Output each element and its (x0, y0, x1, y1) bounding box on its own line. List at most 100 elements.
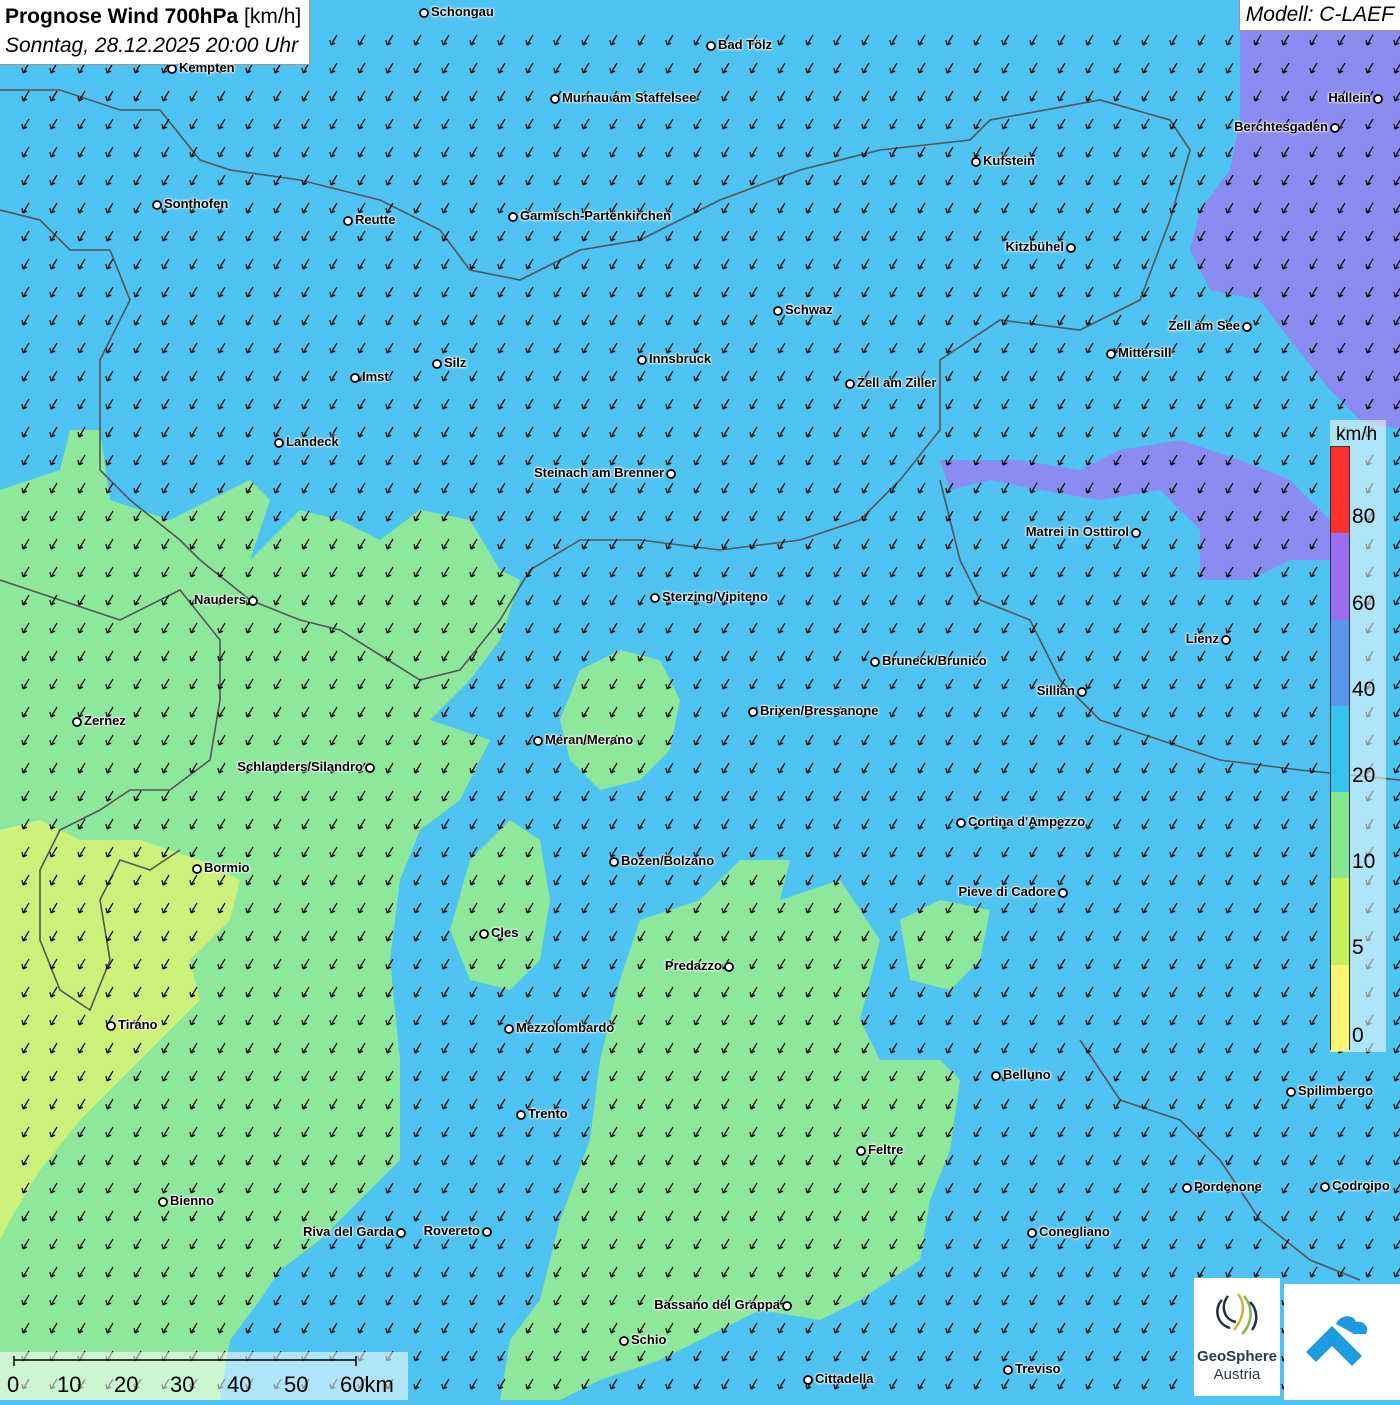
city-label: Bruneck/Brunico (882, 653, 987, 668)
city-label: Cittadella (815, 1371, 874, 1386)
city-label: Schio (631, 1332, 667, 1347)
legend-segment (1331, 533, 1349, 620)
city-label: Lienz (1185, 631, 1219, 646)
legend-segment (1331, 964, 1349, 1051)
city-label: Bassano del Grappa (654, 1297, 780, 1312)
city-marker-icon (1286, 1087, 1296, 1097)
city-marker-icon (533, 736, 543, 746)
title-box: Prognose Wind 700hPa [km/h] Sonntag, 28.… (0, 0, 311, 65)
legend-tick-label: 5 (1352, 936, 1364, 959)
legend-segment (1331, 878, 1349, 965)
city-marker-icon (158, 1197, 168, 1207)
city-label: Feltre (868, 1142, 904, 1157)
city-marker-icon (248, 596, 258, 606)
city-label: Bormio (204, 860, 250, 875)
city-marker-icon (748, 707, 758, 717)
legend-segment (1331, 792, 1349, 879)
city-label: Nauders (193, 592, 246, 607)
scale-bar-label: 20 (114, 1372, 139, 1397)
city-marker-icon (637, 355, 647, 365)
city-marker-icon (1027, 1228, 1037, 1238)
city-marker-icon (1077, 687, 1087, 697)
city-label: Hallein (1328, 90, 1371, 105)
city-label: Conegliano (1039, 1224, 1110, 1239)
city-label: Zernez (84, 713, 126, 728)
city-label: Reutte (355, 212, 396, 227)
legend-tick-label: 20 (1352, 764, 1376, 787)
scale-bar: 0 10 20 30 40 50 60km (0, 1352, 408, 1400)
city-marker-icon (666, 469, 676, 479)
city-marker-icon (72, 717, 82, 727)
city-label: Trento (528, 1106, 568, 1121)
legend-tick-label: 0 (1352, 1024, 1364, 1047)
legend-segment (1331, 705, 1349, 793)
legend-tick-label: 10 (1352, 850, 1376, 873)
city-marker-icon (971, 157, 981, 167)
city-marker-icon (1182, 1183, 1192, 1193)
city-marker-icon (650, 593, 660, 603)
city-marker-icon (419, 8, 429, 18)
city-marker-icon (956, 818, 966, 828)
city-label: Bad Tölz (718, 37, 773, 52)
city-marker-icon (1373, 94, 1383, 104)
city-marker-icon (609, 857, 619, 867)
city-marker-icon (516, 1110, 526, 1120)
map-title-unit: [km/h] (244, 5, 302, 28)
city-label: Riva del Garda (302, 1224, 394, 1239)
city-label: Steinach am Brenner (533, 465, 664, 480)
city-label: Sterzing/Vipiteno (662, 589, 768, 604)
city-marker-icon (1242, 322, 1252, 332)
city-label: Sonthofen (164, 196, 229, 211)
scale-bar-label: 0 (7, 1372, 20, 1397)
scale-bar-label: 50 (284, 1372, 309, 1397)
city-label: Bienno (170, 1193, 215, 1208)
city-label: Cortina d'Ampezzo (968, 814, 1086, 829)
city-label: Kempten (179, 60, 235, 75)
scale-bar-label: 40 (227, 1372, 252, 1397)
city-marker-icon (1320, 1182, 1330, 1192)
city-marker-icon (167, 64, 177, 74)
city-marker-icon (991, 1071, 1001, 1081)
city-label: Zell am Ziller (857, 375, 937, 390)
city-marker-icon (479, 929, 489, 939)
city-label: Kitzbühel (1005, 239, 1065, 254)
city-marker-icon (856, 1146, 866, 1156)
city-label: Rovereto (423, 1223, 480, 1238)
city-marker-icon (1058, 888, 1068, 898)
city-marker-icon (1003, 1365, 1013, 1375)
city-label: Landeck (286, 434, 339, 449)
city-label: Schlanders/Silandro (237, 759, 363, 774)
scale-bar-label: 30 (170, 1372, 195, 1397)
city-label: Codroipo (1332, 1178, 1390, 1193)
forecast-datetime: Sonntag, 28.12.2025 20:00 Uhr (5, 34, 299, 57)
city-marker-icon (845, 379, 855, 389)
city-marker-icon (803, 1375, 813, 1385)
city-marker-icon (1066, 243, 1076, 253)
legend-segment (1331, 447, 1349, 534)
legend-tick-label: 40 (1352, 678, 1376, 701)
city-marker-icon (1330, 123, 1340, 133)
city-label: Bozen/Bolzano (621, 853, 715, 868)
city-marker-icon (619, 1336, 629, 1346)
city-marker-icon (106, 1021, 116, 1031)
city-label: Imst (362, 369, 389, 384)
scale-bar-label: 60km (340, 1372, 394, 1397)
city-label: Mittersill (1118, 345, 1172, 360)
city-marker-icon (1131, 528, 1141, 538)
city-label: Treviso (1015, 1361, 1061, 1376)
city-marker-icon (724, 962, 734, 972)
city-label: Garmisch-Partenkirchen (520, 208, 672, 223)
city-marker-icon (350, 373, 360, 383)
geosphere-swirl-icon (1216, 1293, 1258, 1335)
city-marker-icon (504, 1024, 514, 1034)
city-marker-icon (508, 212, 518, 222)
city-label: Matrei in Osttirol (1025, 524, 1129, 539)
city-marker-icon (432, 359, 442, 369)
model-label: Modell: C-LAEF (1238, 0, 1400, 31)
geosphere-logo: GeoSphere Austria (1194, 1278, 1280, 1396)
city-marker-icon (274, 438, 284, 448)
city-marker-icon (152, 200, 162, 210)
city-label: Spilimbergo (1298, 1083, 1374, 1098)
city-label: Predazzo (664, 958, 722, 973)
city-label: Murnau am Staffelsee (562, 90, 697, 105)
